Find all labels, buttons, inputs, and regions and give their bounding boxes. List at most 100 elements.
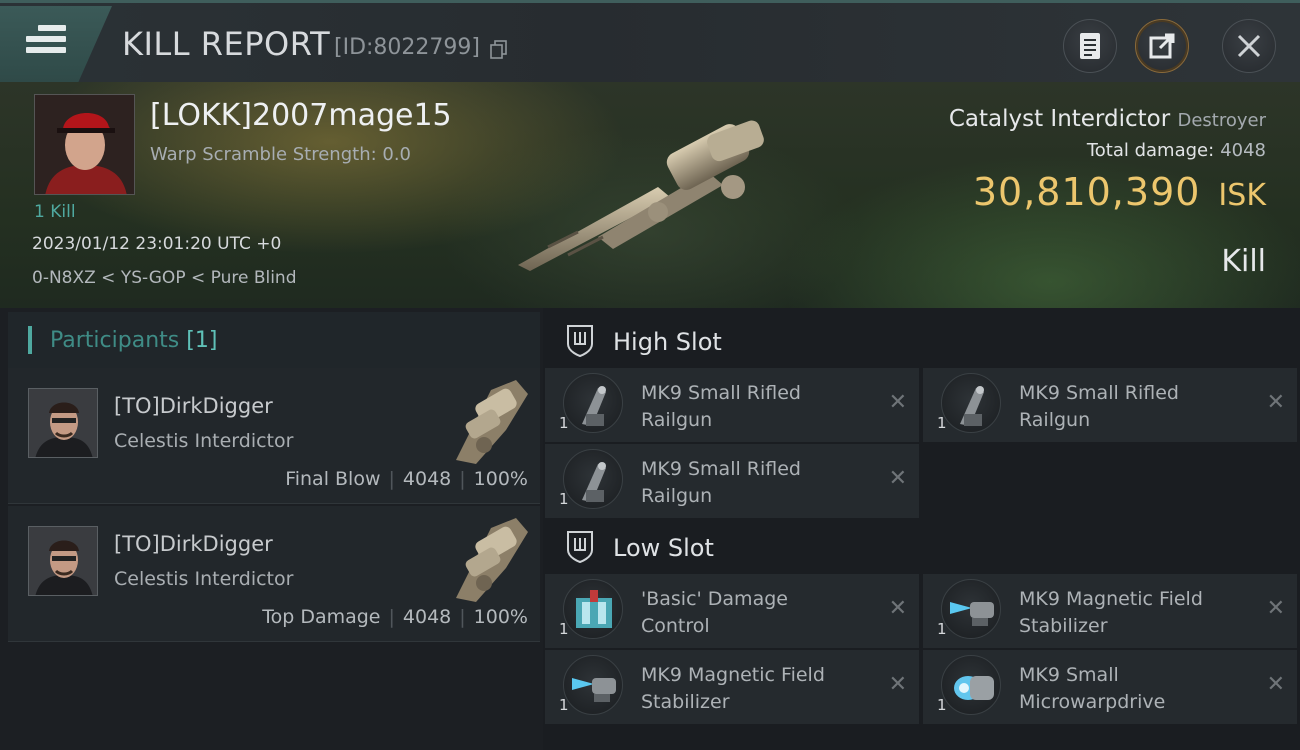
copy-icon[interactable] [490,40,508,60]
high-slot-header: High Slot [543,310,1300,372]
total-damage-label: Total damage: [1086,140,1215,161]
warp-scramble-strength: Warp Scramble Strength: 0.0 [150,144,412,165]
participant-ship-image [456,380,528,464]
module-name: MK9 Magnetic Field Stabilizer [1019,586,1203,640]
low-slot-icon [567,531,593,564]
module-quantity: 1 [937,414,947,432]
fitting-panel: High Slot 1 MK9 Small Rifled Railgun ✕ 1 … [543,308,1300,750]
total-damage-value: 4048 [1220,140,1266,161]
microwarpdrive-icon [941,655,1001,715]
participant-avatar[interactable] [28,388,98,458]
pilot-portrait [35,95,134,194]
participant-percent: 100% [473,468,528,490]
isk-value: 30,810,390 ISK [973,170,1266,214]
participant-card[interactable]: [TO]DirkDigger Celestis Interdictor Top … [8,506,540,642]
module-name-line2: Stabilizer [1019,615,1108,637]
participants-title: Participants [1] [50,328,217,353]
stat-divider: | [388,468,395,490]
remove-icon[interactable]: ✕ [889,672,907,697]
module-name: MK9 Small Microwarpdrive [1019,662,1165,716]
remove-icon[interactable]: ✕ [1267,390,1285,415]
magnetic-field-stabilizer-icon [563,655,623,715]
module-quantity: 1 [559,620,569,638]
module-name-line2: Railgun [641,409,713,431]
remove-icon[interactable]: ✕ [1267,672,1285,697]
module-name-line1: MK9 Small Rifled [641,458,801,480]
pilot-portrait [29,527,97,595]
victim-avatar[interactable] [34,94,135,195]
isk-unit: ISK [1218,178,1266,213]
high-slot-label: High Slot [613,328,722,356]
pilot-portrait [29,389,97,457]
close-icon [1237,34,1261,58]
participants-header: Participants [1] [8,312,540,368]
module-name: MK9 Small Rifled Railgun [1019,380,1179,434]
magnetic-field-stabilizer-icon [941,579,1001,639]
low-slot-label: Low Slot [613,534,714,562]
participant-name[interactable]: [TO]DirkDigger [114,532,273,556]
module-name: 'Basic' Damage Control [641,586,788,640]
module-item[interactable]: 1 MK9 Magnetic Field Stabilizer ✕ [545,650,919,724]
module-name-line2: Microwarpdrive [1019,691,1166,713]
participant-card[interactable]: [TO]DirkDigger Celestis Interdictor Fina… [8,368,540,504]
participant-ship: Celestis Interdictor [114,430,294,452]
module-name-line2: Control [641,615,710,637]
kill-location[interactable]: 0-N8XZ < YS-GOP < Pure Blind [32,268,297,288]
railgun-icon [563,373,623,433]
participant-percent: 100% [473,606,528,628]
module-name-line1: MK9 Small Rifled [1019,382,1179,404]
notes-button[interactable] [1063,19,1117,73]
remove-icon[interactable]: ✕ [889,596,907,621]
ship-class-label: Destroyer [1177,110,1266,131]
low-slot-header: Low Slot [543,516,1300,578]
participant-damage: 4048 [402,468,452,490]
high-slot-icon [567,325,593,358]
module-quantity: 1 [559,414,569,432]
remove-icon[interactable]: ✕ [1267,596,1285,621]
kill-count: 1 Kill [34,202,76,222]
report-id: [ID:8022799] [334,35,480,60]
total-damage: Total damage: 4048 [1087,140,1266,161]
module-name-line1: MK9 Small [1019,664,1119,686]
module-name-line2: Stabilizer [641,691,730,713]
participant-name[interactable]: [TO]DirkDigger [114,394,273,418]
module-quantity: 1 [559,696,569,714]
damage-control-icon [563,579,623,639]
stat-divider: | [388,606,395,628]
participants-label: Participants [50,328,180,353]
victim-name[interactable]: [LOKK]2007mage15 [150,98,452,133]
module-name: MK9 Small Rifled Railgun [641,380,801,434]
kill-datetime: 2023/01/12 23:01:20 UTC +0 [32,234,282,254]
module-item[interactable]: 1 MK9 Small Rifled Railgun ✕ [545,368,919,442]
kill-banner: [LOKK]2007mage15 Warp Scramble Strength:… [0,82,1300,308]
module-name-line1: MK9 Small Rifled [641,382,801,404]
module-item[interactable]: 1 MK9 Magnetic Field Stabilizer ✕ [923,574,1297,648]
remove-icon[interactable]: ✕ [889,390,907,415]
module-item[interactable]: 1 'Basic' Damage Control ✕ [545,574,919,648]
menu-icon[interactable] [26,25,66,61]
victim-ship-image [518,120,764,271]
page-title: KILL REPORT [122,25,331,63]
participants-accent-bar [28,326,32,354]
module-name: MK9 Small Rifled Railgun [641,456,801,510]
participant-role: Final Blow [285,468,381,490]
participant-role: Top Damage [262,606,381,628]
railgun-icon [563,449,623,509]
participant-avatar[interactable] [28,526,98,596]
ship-type-label: Catalyst Interdictor [948,106,1171,132]
stat-divider: | [459,468,466,490]
participant-ship-image [456,518,528,602]
module-item[interactable]: 1 MK9 Small Rifled Railgun ✕ [545,444,919,518]
railgun-icon [941,373,1001,433]
share-button[interactable] [1135,19,1189,73]
module-item[interactable]: 1 MK9 Small Rifled Railgun ✕ [923,368,1297,442]
notepad-icon [1080,33,1100,59]
remove-icon[interactable]: ✕ [889,466,907,491]
module-name-line2: Railgun [641,485,713,507]
victim-ship-name[interactable]: Catalyst Interdictor Destroyer [949,106,1266,132]
module-item[interactable]: 1 MK9 Small Microwarpdrive ✕ [923,650,1297,724]
participants-panel: Participants [1] [TO]DirkDigger Celestis… [0,308,543,750]
module-name-line1: 'Basic' Damage [641,588,788,610]
participant-damage: 4048 [402,606,452,628]
close-button[interactable] [1222,19,1276,73]
